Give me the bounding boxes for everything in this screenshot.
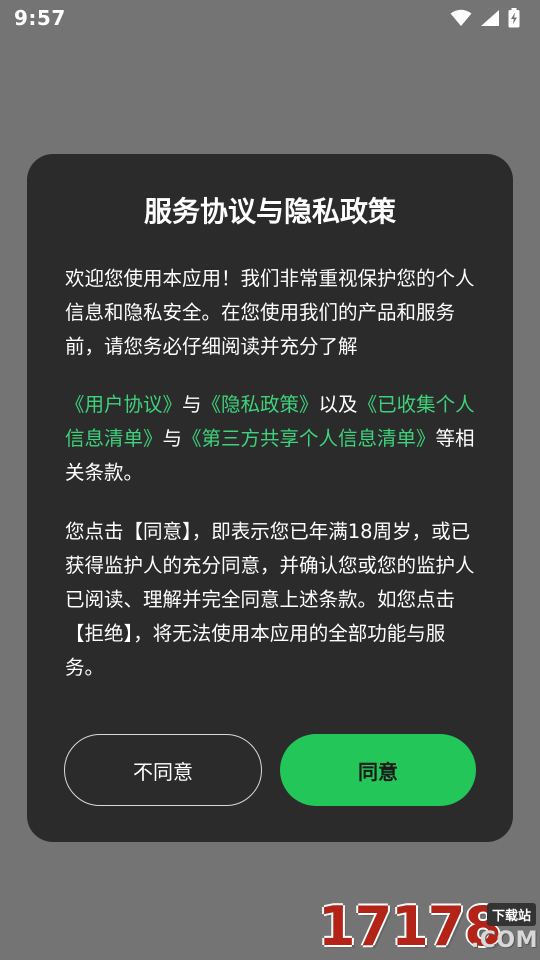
- watermark-domain: .COM: [470, 928, 538, 953]
- status-time: 9:57: [14, 6, 66, 30]
- decline-button[interactable]: 不同意: [64, 734, 262, 806]
- watermark-tag: 下载站: [486, 903, 536, 926]
- status-icons: [450, 8, 520, 28]
- screen: 9:57 服务协议与隐私政策 欢迎您使用本应用！我们非常重视保护您的个人信息和隐…: [0, 0, 540, 960]
- battery-charging-icon: [508, 8, 520, 28]
- privacy-policy-link[interactable]: 《隐私政策》: [202, 393, 319, 416]
- dialog-title: 服务协议与隐私政策: [143, 195, 396, 228]
- wifi-icon: [450, 9, 472, 27]
- decline-button-label: 不同意: [133, 759, 193, 784]
- separator-text: 与: [162, 427, 183, 450]
- agree-button-label: 同意: [358, 759, 398, 784]
- signal-icon: [480, 9, 500, 27]
- agreements-text: 《用户协议》与《隐私政策》以及《已收集个人信息清单》与《第三方共享个人信息清单》…: [65, 388, 475, 490]
- separator-text: 以及: [318, 393, 358, 416]
- site-watermark: 17178 下载站 .COM: [318, 895, 540, 960]
- intro-text: 欢迎您使用本应用！我们非常重视保护您的个人信息和隐私安全。在您使用我们的产品和服…: [65, 267, 475, 358]
- consent-text: 您点击【同意】，即表示您已年满18周岁，或已获得监护人的充分同意，并确认您或您的…: [65, 520, 475, 679]
- separator-text: 与: [182, 393, 202, 416]
- user-agreement-link[interactable]: 《用户协议》: [65, 393, 182, 416]
- agree-button[interactable]: 同意: [280, 734, 476, 806]
- third-party-sharing-list-link[interactable]: 《第三方共享个人信息清单》: [182, 427, 436, 450]
- status-bar: 9:57: [0, 0, 540, 36]
